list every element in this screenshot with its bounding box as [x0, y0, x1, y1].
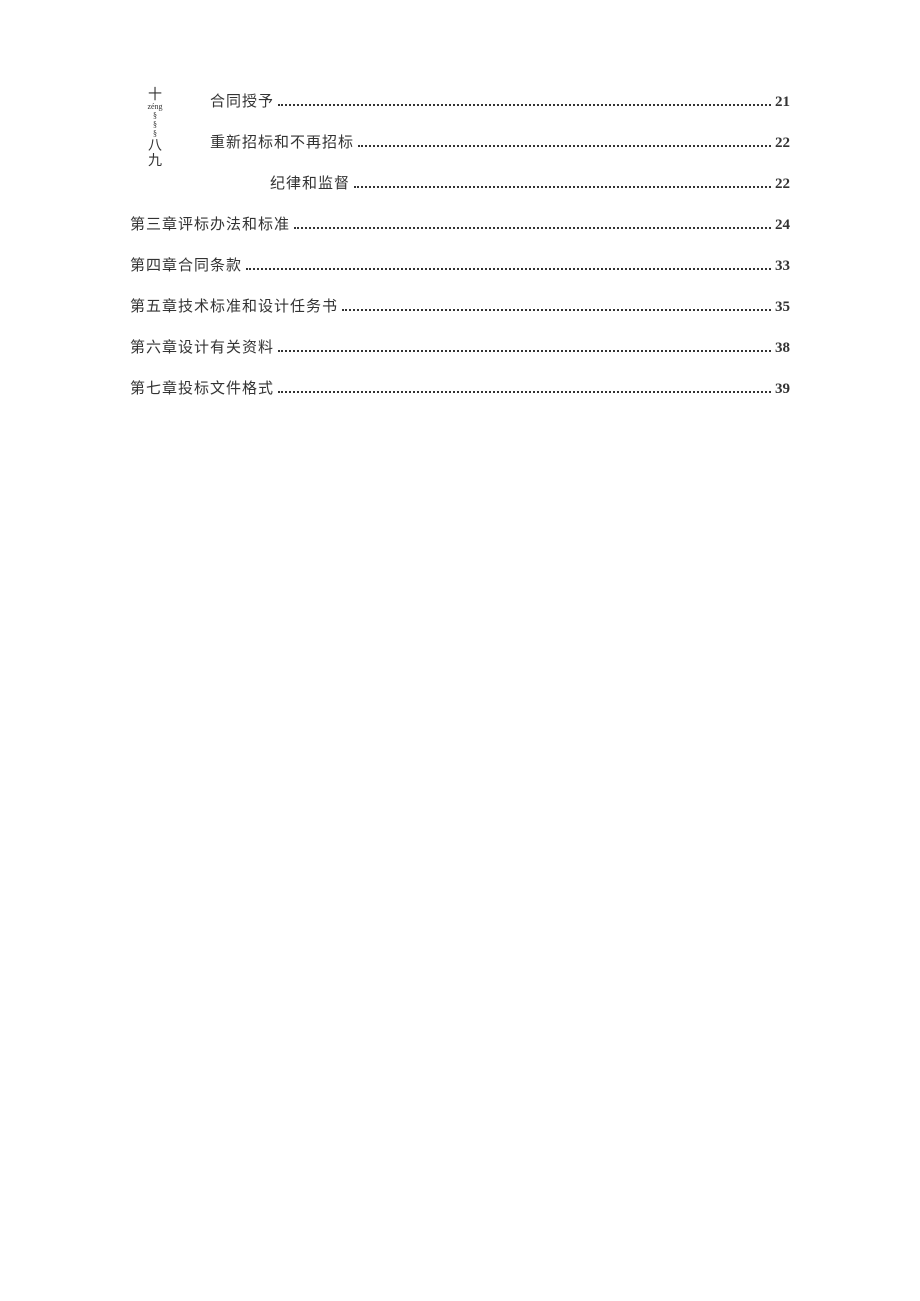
toc-entry-page: 24 — [775, 217, 790, 234]
toc-chapter-entry: 第三章评标办法和标准 24 — [130, 213, 790, 234]
toc-entry-title: 第七章投标文件格式 — [130, 377, 274, 398]
toc-entry-page: 22 — [775, 135, 790, 152]
toc-dots — [342, 309, 771, 311]
vertical-section-label: 十 zéng § § § 八 九 — [145, 88, 165, 169]
label-squiggle-3: § — [145, 130, 165, 139]
toc-entry-page: 35 — [775, 299, 790, 316]
toc-dots — [358, 145, 771, 147]
toc-dots — [278, 391, 771, 393]
toc-dots — [294, 227, 771, 229]
toc-chapter-entry: 第七章投标文件格式 39 — [130, 377, 790, 398]
toc-entry: 重新招标和不再招标 22 — [190, 131, 790, 152]
toc-entry-title: 第三章评标办法和标准 — [130, 213, 290, 234]
label-jiu: 九 — [148, 154, 162, 169]
toc-entry-page: 38 — [775, 340, 790, 357]
label-ba: 八 — [148, 139, 162, 154]
toc-chapter-section: 第三章评标办法和标准 24 第四章合同条款 33 第五章技术标准和设计任务书 3… — [190, 213, 790, 398]
toc-chapter-entry: 第四章合同条款 33 — [130, 254, 790, 275]
label-top: 十 — [148, 88, 162, 103]
toc-sub-section: 合同授予 21 重新招标和不再招标 22 纪律和监督 22 — [190, 90, 790, 193]
document-page: 十 zéng § § § 八 九 合同授予 21 重新招标和不再招标 22 纪律… — [0, 0, 920, 398]
toc-entry-title: 第五章技术标准和设计任务书 — [130, 295, 338, 316]
toc-entry-title: 纪律和监督 — [270, 172, 350, 193]
toc-entry-page: 33 — [775, 258, 790, 275]
toc-entry-title: 合同授予 — [210, 90, 274, 111]
toc-entry-title: 第六章设计有关资料 — [130, 336, 274, 357]
toc-chapter-entry: 第五章技术标准和设计任务书 35 — [130, 295, 790, 316]
table-of-contents: 合同授予 21 重新招标和不再招标 22 纪律和监督 22 第三章评标办法和标准… — [190, 90, 790, 398]
toc-entry-title: 第四章合同条款 — [130, 254, 242, 275]
toc-entry-title: 重新招标和不再招标 — [210, 131, 354, 152]
toc-entry: 合同授予 21 — [190, 90, 790, 111]
toc-dots — [246, 268, 771, 270]
toc-entry: 纪律和监督 22 — [190, 172, 790, 193]
toc-entry-page: 22 — [775, 176, 790, 193]
toc-chapter-entry: 第六章设计有关资料 38 — [130, 336, 790, 357]
toc-entry-page: 21 — [775, 94, 790, 111]
toc-dots — [278, 350, 771, 352]
toc-dots — [354, 186, 771, 188]
toc-entry-page: 39 — [775, 381, 790, 398]
toc-dots — [278, 104, 771, 106]
